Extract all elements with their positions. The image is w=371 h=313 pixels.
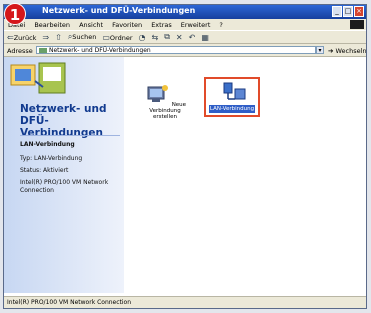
details-device: Intel(R) PRO/100 VM Network Connection (20, 179, 109, 194)
up-folder-icon[interactable]: ⇧ (55, 33, 62, 42)
move-to-icon[interactable]: ⇆ (152, 33, 159, 42)
screenshot-page: Netzwerk- und DFÜ-Verbindungen _ □ × Dat… (0, 0, 371, 313)
details-heading: LAN-Verbindung (20, 141, 75, 148)
search-button[interactable]: ⌕Suchen (68, 32, 97, 42)
status-bar: Intel(R) PRO/100 VM Network Connection (4, 296, 366, 308)
windows-logo-icon (350, 20, 364, 29)
panel-title: Netzwerk- und DFÜ-Verbindungen (20, 103, 107, 139)
title-bar: Netzwerk- und DFÜ-Verbindungen _ □ × (4, 5, 366, 19)
network-connections-graphic (10, 62, 66, 94)
network-folder-icon (39, 48, 47, 53)
history-icon[interactable]: ◔ (139, 33, 146, 42)
address-bar: Adresse Netzwerk- und DFÜ-Verbindungen ▾… (4, 44, 366, 57)
explorer-window: Netzwerk- und DFÜ-Verbindungen _ □ × Dat… (3, 4, 367, 309)
new-connection-icon (147, 85, 168, 102)
lan-connection-label: LAN-Verbindung (209, 105, 255, 113)
copy-to-icon[interactable]: ⧉ (164, 32, 170, 42)
details-panel: Netzwerk- und DFÜ-Verbindungen LAN-Verbi… (4, 57, 124, 293)
folders-icon: ▭ (102, 32, 110, 42)
panel-divider (20, 135, 120, 136)
menu-advanced[interactable]: Erweitert (181, 21, 211, 29)
menu-edit[interactable]: Bearbeiten (34, 21, 70, 29)
menu-bar: Datei Bearbeiten Ansicht Favoriten Extra… (4, 19, 366, 30)
go-button[interactable]: ➔ Wechseln zu (328, 47, 367, 55)
address-field[interactable]: Netzwerk- und DFÜ-Verbindungen (36, 46, 316, 54)
toolbar: ⇐Zurück ⇒ ⇧ ⌕Suchen ▭Ordner ◔ ⇆ ⧉ ✕ ↶ ▦ (4, 30, 366, 44)
views-icon[interactable]: ▦ (201, 33, 209, 42)
lan-connection-icon (223, 82, 246, 100)
menu-tools[interactable]: Extras (151, 21, 172, 29)
window-controls: _ □ × (332, 6, 364, 17)
new-connection-item[interactable]: Neue Verbindung erstellen (142, 83, 188, 120)
details-type: Typ: LAN-Verbindung (20, 155, 83, 162)
address-dropdown-button[interactable]: ▾ (316, 46, 324, 54)
menu-favorites[interactable]: Favoriten (112, 21, 142, 29)
go-arrow-icon: ➔ (328, 47, 336, 55)
go-label: Wechseln zu (335, 47, 367, 55)
close-button[interactable]: × (354, 6, 364, 17)
search-label: Suchen (72, 33, 97, 41)
back-arrow-icon: ⇐ (7, 32, 14, 42)
back-button[interactable]: ⇐Zurück (7, 33, 36, 42)
details-status: Status: Aktiviert (20, 167, 69, 174)
delete-icon[interactable]: ✕ (176, 33, 183, 42)
window-title: Netzwerk- und DFÜ-Verbindungen (42, 6, 196, 15)
minimize-button[interactable]: _ (332, 6, 342, 17)
maximize-button[interactable]: □ (343, 6, 353, 17)
address-value: Netzwerk- und DFÜ-Verbindungen (49, 47, 151, 54)
back-label: Zurück (13, 33, 37, 42)
folders-label: Ordner (109, 33, 133, 42)
undo-icon[interactable]: ↶ (189, 33, 196, 42)
menu-view[interactable]: Ansicht (79, 21, 103, 29)
step-number-badge: 1 (4, 3, 26, 25)
address-label: Adresse (7, 47, 33, 55)
status-text: Intel(R) PRO/100 VM Network Connection (7, 299, 132, 306)
content-area: Netzwerk- und DFÜ-Verbindungen LAN-Verbi… (4, 57, 366, 293)
forward-icon[interactable]: ⇒ (42, 33, 49, 42)
folders-button[interactable]: ▭Ordner (102, 33, 132, 42)
lan-connection-item[interactable]: LAN-Verbindung (204, 77, 260, 117)
menu-help[interactable]: ? (219, 21, 222, 29)
